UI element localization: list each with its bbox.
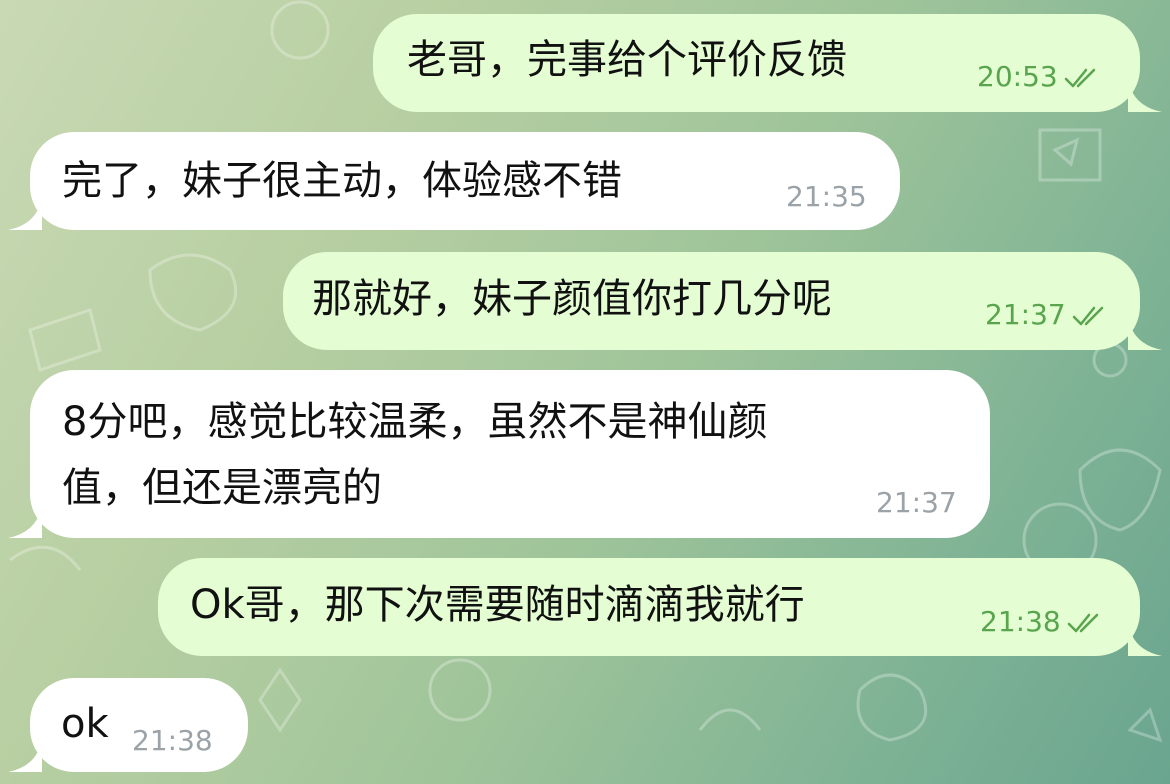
message-meta: 21:37	[876, 486, 957, 520]
message-meta: 21:37	[985, 298, 1112, 332]
message-meta: 21:38	[132, 724, 213, 758]
bubble-tail	[1128, 316, 1162, 350]
message-meta: 21:38	[980, 605, 1107, 639]
bubble-tail	[8, 738, 42, 772]
message-bubble-incoming[interactable]: 8分吧，感觉比较温柔，虽然不是神仙颜 值，但还是漂亮的 21:37	[8, 370, 990, 538]
message-text-line: 8分吧，感觉比较温柔，虽然不是神仙颜	[62, 399, 768, 445]
chat-messages: 老哥，完事给个评价反馈 20:53 完了，妹子很主动，体验感不错 21:35 那…	[0, 0, 1170, 784]
message-meta: 21:35	[786, 180, 867, 214]
message-bubble-outgoing[interactable]: 老哥，完事给个评价反馈 20:53	[373, 14, 1162, 112]
message-text: 完了，妹子很主动，体验感不错	[62, 158, 622, 204]
message-bubble-incoming[interactable]: 完了，妹子很主动，体验感不错 21:35	[8, 132, 900, 230]
message-text-line: 值，但还是漂亮的	[62, 465, 382, 511]
bubble-tail	[8, 196, 42, 230]
message-time: 21:38	[132, 724, 213, 757]
message-meta: 20:53	[977, 60, 1104, 94]
message-bubble-outgoing[interactable]: 那就好，妹子颜值你打几分呢 21:37	[283, 252, 1162, 350]
message-bubble-incoming[interactable]: ok 21:38	[8, 678, 248, 772]
bubble-tail	[8, 504, 42, 538]
message-time: 20:53	[977, 60, 1058, 93]
message-text: 那就好，妹子颜值你打几分呢	[312, 276, 832, 322]
double-check-icon	[1067, 613, 1098, 633]
message-text: 老哥，完事给个评价反馈	[407, 37, 847, 83]
message-text: Ok哥，那下次需要随时滴滴我就行	[190, 582, 805, 628]
message-text: ok	[61, 701, 109, 747]
double-check-icon	[1064, 68, 1095, 88]
message-bubble-outgoing[interactable]: Ok哥，那下次需要随时滴滴我就行 21:38	[158, 558, 1162, 656]
bubble-tail	[1128, 622, 1162, 656]
message-time: 21:37	[985, 298, 1066, 331]
bubble-tail	[1128, 78, 1162, 112]
double-check-icon	[1072, 306, 1103, 326]
message-time: 21:35	[786, 180, 867, 213]
message-time: 21:38	[980, 605, 1061, 638]
message-time: 21:37	[876, 486, 957, 519]
